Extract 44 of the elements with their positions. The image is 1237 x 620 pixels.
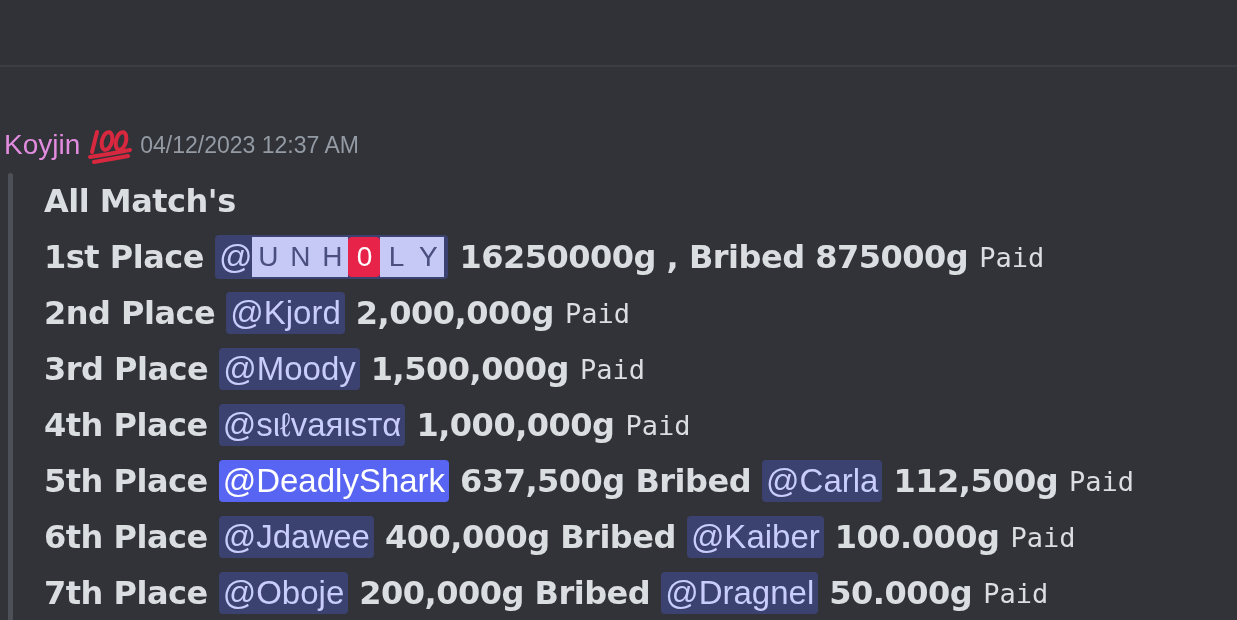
inline-code: Paid: [983, 577, 1049, 609]
inline-code: Paid: [1069, 465, 1135, 497]
inline-code: Paid: [979, 241, 1045, 273]
inline-code: Paid: [625, 409, 691, 441]
letter-tile: Y: [412, 237, 445, 277]
at-sign: @: [218, 238, 253, 276]
message-text: 100.000g: [834, 518, 1000, 556]
message-text: 50.000g: [829, 574, 973, 612]
message-text: 4th Place: [44, 406, 208, 444]
message-text: 2nd Place: [44, 294, 216, 332]
message-text: 6th Place: [44, 518, 208, 556]
user-mention[interactable]: @Oboje: [218, 572, 349, 614]
message-text: 112,500g: [893, 462, 1059, 500]
user-mention[interactable]: @ U N H 0 L Y: [214, 235, 449, 279]
message-text: 1st Place: [44, 238, 204, 276]
letter-tile: H: [316, 237, 349, 277]
message-text: 1,500,000g: [370, 350, 569, 388]
inline-code: Paid: [1010, 521, 1076, 553]
message-text: 3rd Place: [44, 350, 209, 388]
user-mention[interactable]: @Carla: [762, 460, 883, 502]
message-text: 1,000,000g: [416, 406, 615, 444]
letter-tile: L: [380, 237, 413, 277]
user-mention[interactable]: @Kjord: [226, 292, 345, 334]
message-text: 16250000g , Bribed 875000g: [459, 238, 969, 276]
message-text: 637,500g Bribed: [460, 462, 752, 500]
letter-tile: U: [252, 237, 285, 277]
message-text: 7th Place: [44, 574, 208, 612]
letter-tile: N: [284, 237, 317, 277]
message-text: 200,000g Bribed: [359, 574, 651, 612]
user-mention[interactable]: @Jdawee: [218, 516, 374, 558]
message-text: 400,000g Bribed: [384, 518, 676, 556]
user-mention[interactable]: @Moody: [219, 348, 360, 390]
user-mention[interactable]: @Dragnel: [661, 572, 819, 614]
user-mention[interactable]: @Kaiber: [686, 516, 824, 558]
user-mention[interactable]: @sιℓvaяιsтα: [218, 404, 406, 446]
message-text: 5th Place: [44, 462, 208, 500]
inline-code: Paid: [579, 353, 645, 385]
message-text: 2,000,000g: [355, 294, 554, 332]
user-mention[interactable]: @DeadlyShark: [218, 460, 450, 502]
inline-code: Paid: [564, 297, 630, 329]
message-text: All Match's: [44, 182, 236, 220]
timestamp: 04/12/2023 12:37 AM: [140, 131, 359, 159]
letter-tile: 0: [348, 237, 381, 277]
author-name[interactable]: Koyjin: [4, 129, 81, 161]
